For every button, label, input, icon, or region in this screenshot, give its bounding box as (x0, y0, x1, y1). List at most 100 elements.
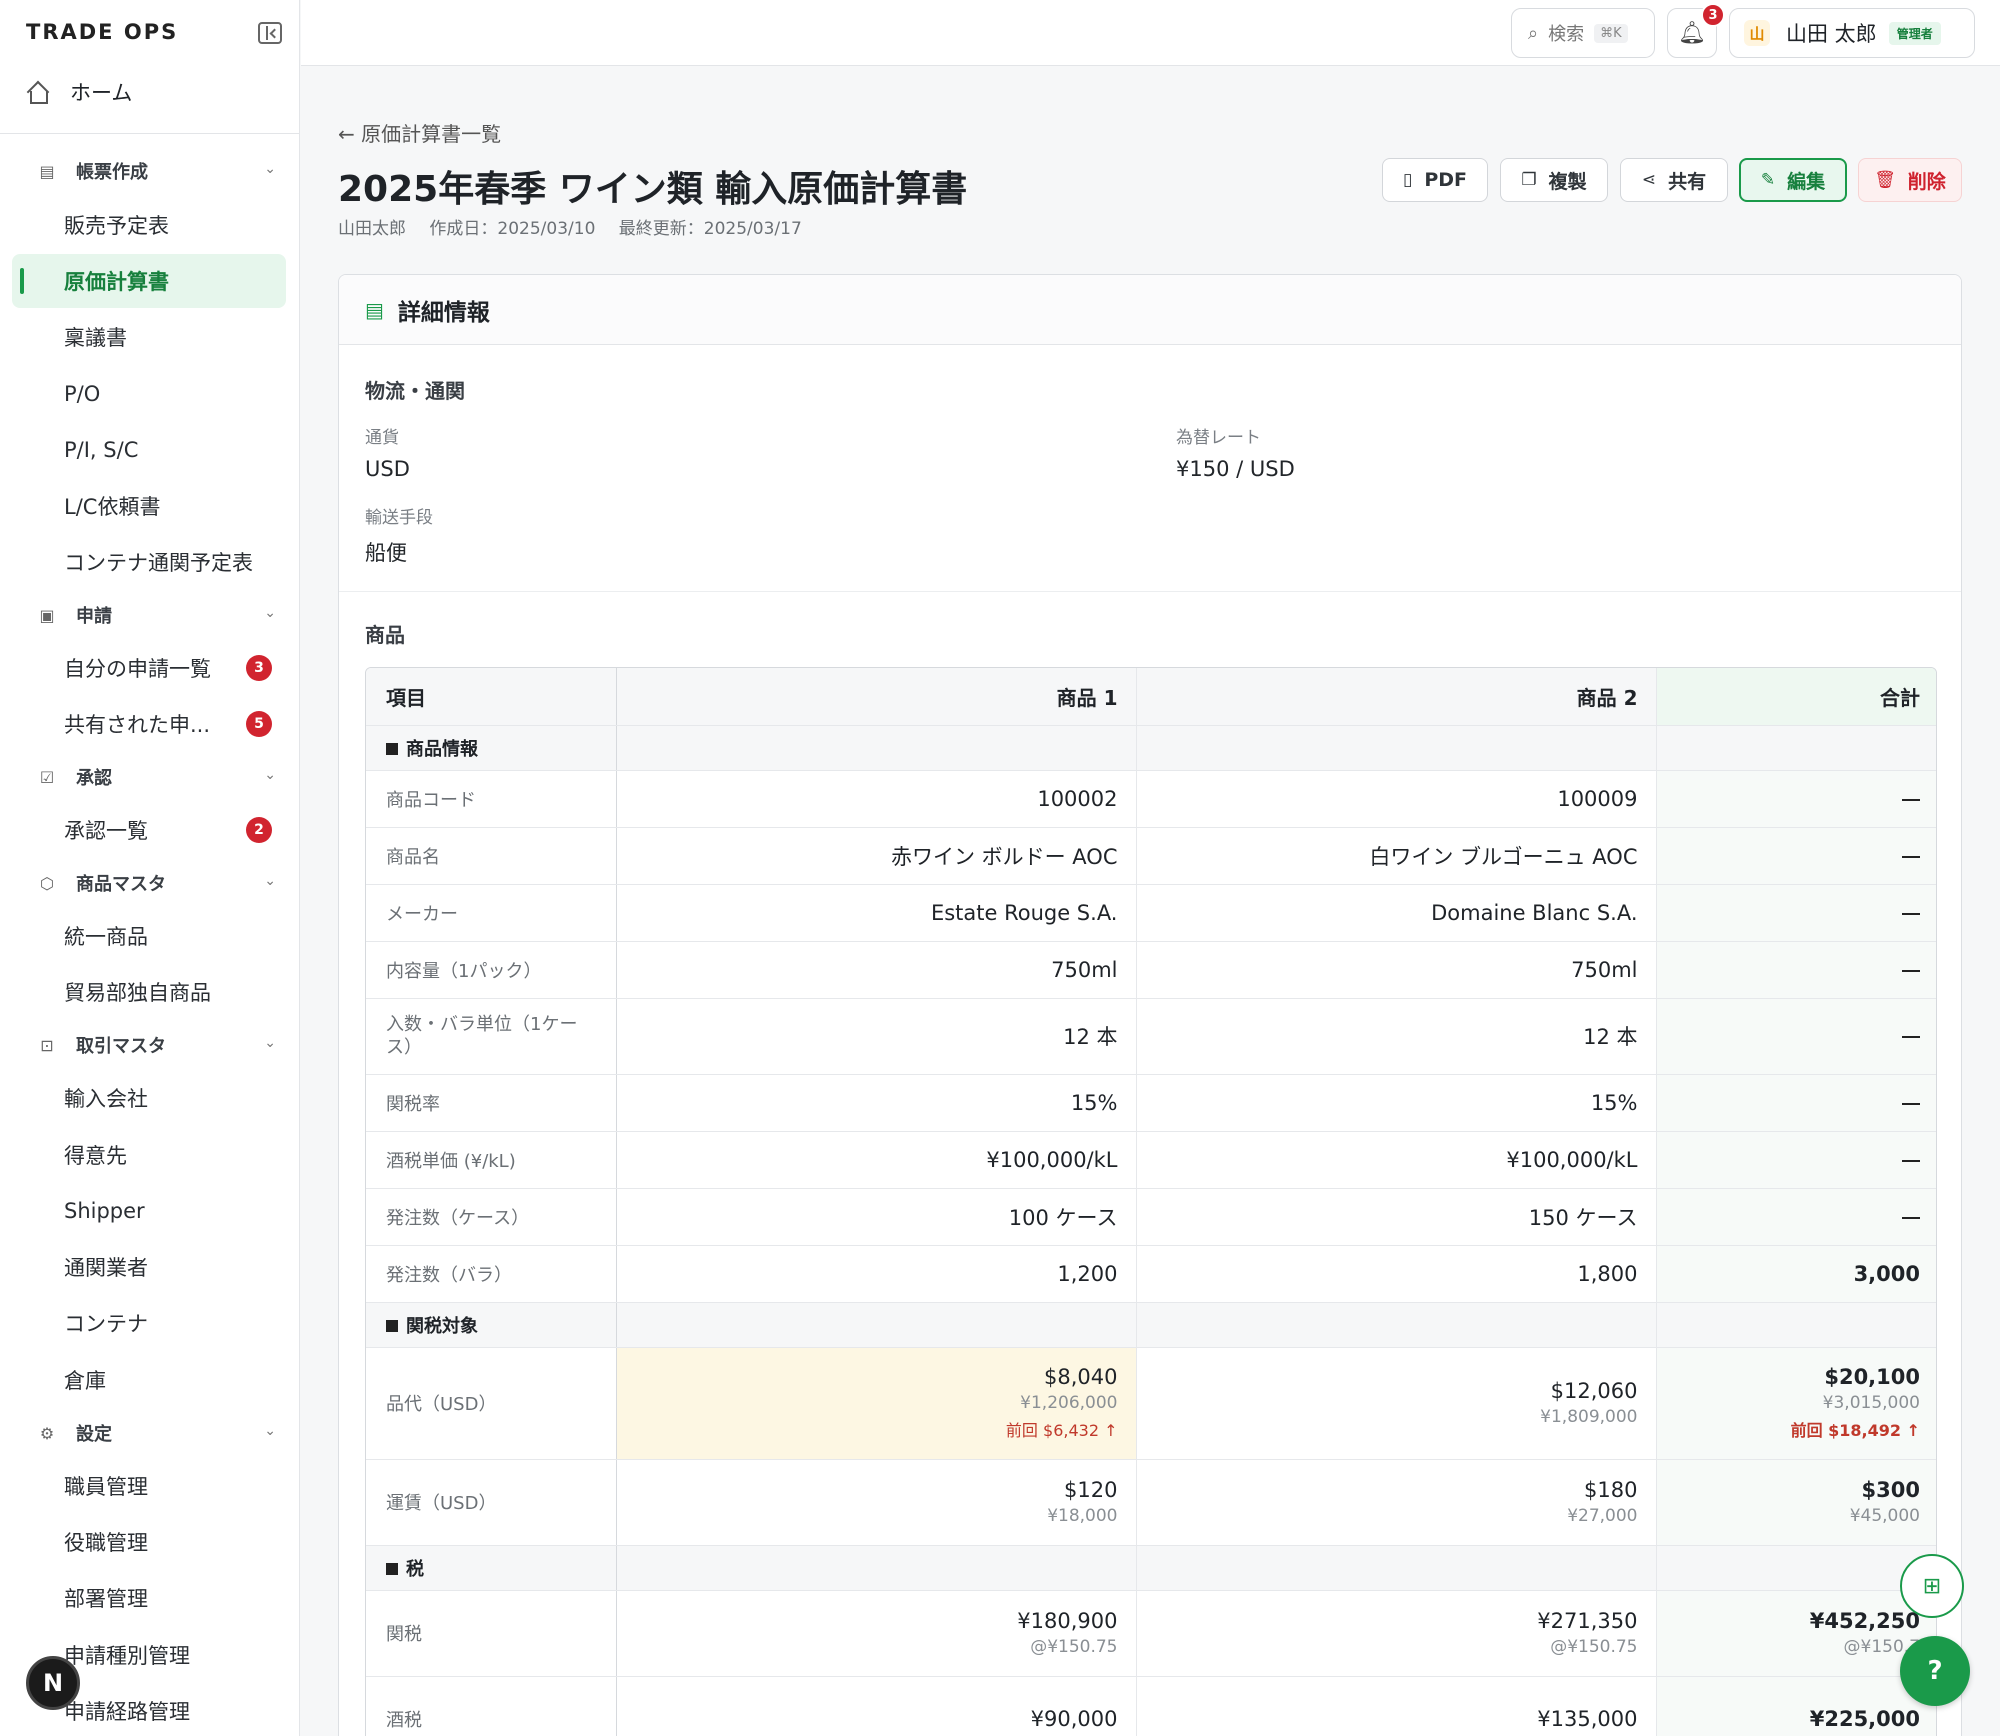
search-button[interactable]: ⌕ 検索 ⌘K (1511, 8, 1655, 58)
cell-total (1656, 827, 1936, 885)
next-devtools-button[interactable]: N (26, 1656, 80, 1710)
share-icon: ⋖ (1641, 170, 1657, 190)
cell-product-2: $180 ¥27,000 (1136, 1459, 1657, 1546)
sidebar-item-shipper[interactable]: Shipper (12, 1184, 286, 1238)
section-requests[interactable]: ▣ 申請 ⌄ (36, 595, 276, 635)
trash-icon: 🗑︎ (1874, 170, 1896, 190)
sidebar-item-label: 自分の申請一覧 (64, 657, 211, 681)
section-approvals[interactable]: ☑ 承認 ⌄ (36, 757, 276, 797)
cell-product-1: ¥90,000 (616, 1676, 1137, 1736)
sidebar-item-label: 申請種別管理 (64, 1644, 190, 1668)
sidebar-item-label: 部署管理 (64, 1587, 148, 1611)
edit-button[interactable]: ✎ 編集 (1739, 158, 1847, 202)
sidebar-item-home[interactable]: ホーム (26, 72, 132, 112)
sidebar-item-label: 稟議書 (64, 326, 127, 350)
row-label: 発注数（ケース） (366, 1188, 617, 1246)
sidebar-item-lc-request[interactable]: L/C依頼書 (12, 479, 286, 533)
avatar: 山 (1744, 20, 1770, 46)
user-menu-button[interactable]: 山 山田 太郎 管理者 (1729, 8, 1975, 58)
sidebar-item-label: 輸入会社 (64, 1087, 148, 1111)
table-header-row: 項目 商品 1 商品 2 合計 (366, 668, 1936, 726)
sidebar-item-cost-calc[interactable]: 原価計算書 (12, 254, 286, 308)
pdf-button[interactable]: ▯ PDF (1382, 158, 1488, 202)
table-row: 酒税 ¥90,000 ¥135,000 ¥225,000 (366, 1676, 1936, 1736)
sidebar-item-customs-brokers[interactable]: 通関業者 (12, 1240, 286, 1294)
sidebar-collapse-icon[interactable] (258, 22, 282, 44)
table-row: 酒税単価 (¥/kL) ¥100,000/kL ¥100,000/kL (366, 1131, 1936, 1189)
amount-jpy: ¥180,900 (1017, 1609, 1118, 1633)
share-button[interactable]: ⋖ 共有 (1620, 158, 1728, 202)
section-label: 取引マスタ (76, 1036, 166, 1057)
cell-total: ¥452,250 @¥150.7 (1656, 1590, 1936, 1677)
sidebar-item-label: コンテナ (64, 1312, 148, 1336)
sidebar-item-unified-products[interactable]: 統一商品 (12, 909, 286, 963)
sidebar: TRADE OPS ホーム ▤ 帳票作成 ⌄ 販売予定表 原価計算書 稟議書 P… (0, 0, 300, 1736)
sidebar-item-shared-requests[interactable]: 共有された申... 5 (12, 697, 286, 751)
cell-product-1: 赤ワイン ボルドー AOC (616, 827, 1137, 885)
section-trade-master[interactable]: ⊡ 取引マスタ ⌄ (36, 1025, 276, 1065)
help-button[interactable]: ? (1900, 1636, 1970, 1706)
cell-total (1656, 1074, 1936, 1132)
row-label: 発注数（バラ） (366, 1245, 617, 1303)
column-header-product-1: 商品 1 (616, 668, 1137, 726)
sidebar-item-customers[interactable]: 得意先 (12, 1128, 286, 1182)
sidebar-item-label: 承認一覧 (64, 819, 148, 843)
amount-jpy: ¥1,206,000 (1020, 1393, 1118, 1413)
sidebar-item-departments[interactable]: 部署管理 (12, 1571, 286, 1625)
sidebar-item-label: 通関業者 (64, 1256, 148, 1280)
category-row: 関税対象 (366, 1302, 1936, 1348)
count-badge: 2 (246, 817, 272, 843)
sidebar-item-my-requests[interactable]: 自分の申請一覧 3 (12, 641, 286, 695)
amount-usd: $8,040 (1044, 1365, 1118, 1389)
cell-product-2: ¥271,350 @¥150.75 (1136, 1590, 1657, 1677)
column-header-product-2: 商品 2 (1136, 668, 1657, 726)
cell-product-1: 100 ケース (616, 1188, 1137, 1246)
sidebar-item-importers[interactable]: 輸入会社 (12, 1071, 286, 1125)
page-meta: 山田太郎 作成日：2025/03/10 最終更新：2025/03/17 (338, 214, 820, 239)
sidebar-item-pi-sc[interactable]: P/I, S/C (12, 423, 286, 477)
section-forms[interactable]: ▤ 帳票作成 ⌄ (36, 151, 276, 191)
amount-jpy: ¥271,350 (1537, 1609, 1638, 1633)
chevron-down-icon: ⌄ (264, 1423, 276, 1439)
back-link[interactable]: ← 原価計算書一覧 (338, 118, 501, 147)
sidebar-item-label: L/C依頼書 (64, 495, 161, 519)
sidebar-item-sales-plan[interactable]: 販売予定表 (12, 198, 286, 252)
sidebar-item-label: Shipper (64, 1199, 145, 1223)
sidebar-item-warehouses[interactable]: 倉庫 (12, 1353, 286, 1407)
rate: @¥150.75 (1030, 1637, 1118, 1657)
amount-jpy: ¥45,000 (1849, 1506, 1920, 1526)
section-settings[interactable]: ⚙ 設定 ⌄ (36, 1413, 276, 1453)
created-date: 作成日：2025/03/10 (429, 219, 596, 239)
cell-product-2: 150 ケース (1136, 1188, 1657, 1246)
briefcase-icon: ⊡ (40, 1035, 54, 1055)
sidebar-item-ringi[interactable]: 稟議書 (12, 310, 286, 364)
sidebar-item-label: 倉庫 (64, 1369, 106, 1393)
section-label: 申請 (76, 606, 112, 627)
sidebar-item-trade-products[interactable]: 貿易部独自商品 (12, 965, 286, 1019)
sidebar-item-po[interactable]: P/O (12, 367, 286, 421)
button-label: 共有 (1668, 170, 1707, 193)
delete-button[interactable]: 🗑︎ 削除 (1858, 158, 1962, 202)
help-icon: ? (1927, 1656, 1943, 1686)
cell-product-1: $120 ¥18,000 (616, 1459, 1137, 1546)
table-row: 商品コード 100002 100009 (366, 770, 1936, 828)
sidebar-item-label: コンテナ通関予定表 (64, 551, 253, 575)
sidebar-item-label: P/O (64, 382, 101, 406)
row-label: 商品コード (366, 770, 617, 828)
sidebar-item-containers[interactable]: コンテナ (12, 1296, 286, 1350)
sidebar-item-label: 原価計算書 (64, 270, 169, 294)
sidebar-item-container-plan[interactable]: コンテナ通関予定表 (12, 535, 286, 589)
duplicate-button[interactable]: ❐ 複製 (1500, 158, 1608, 202)
products-title: 商品 (365, 623, 405, 647)
dash-icon (1902, 1036, 1920, 1038)
feedback-button[interactable]: ⊞ (1900, 1554, 1964, 1618)
row-label: 内容量（1パック） (366, 941, 617, 999)
dash-icon (1902, 969, 1920, 972)
cell-product-2: 100009 (1136, 770, 1657, 828)
sidebar-item-approval-list[interactable]: 承認一覧 2 (12, 803, 286, 857)
section-product-master[interactable]: ⬡ 商品マスタ ⌄ (36, 863, 276, 903)
sidebar-item-positions[interactable]: 役職管理 (12, 1515, 286, 1569)
sidebar-item-staff[interactable]: 職員管理 (12, 1459, 286, 1513)
arrow-left-icon: ← (338, 122, 355, 146)
cell-product-1: 750ml (616, 941, 1137, 999)
